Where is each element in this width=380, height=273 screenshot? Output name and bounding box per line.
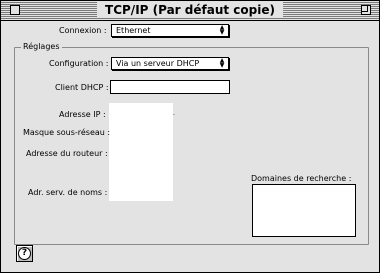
domaines-field[interactable] (252, 184, 356, 237)
connexion-label: Connexion : (59, 26, 107, 35)
connexion-value: Ethernet (116, 26, 151, 35)
domaines-label: Domaines de recherche : (251, 174, 352, 183)
up-down-arrows-icon: ▲ ▼ (219, 24, 225, 36)
question-mark-icon: ? (18, 247, 31, 260)
close-box-icon[interactable] (10, 5, 20, 15)
configuration-label: Configuration : (49, 59, 109, 68)
separator-mark: . (173, 110, 175, 117)
client-dhcp-label: Client DHCP : (55, 83, 109, 92)
zoom-box-icon[interactable] (361, 5, 371, 15)
help-button[interactable]: ? (16, 245, 33, 262)
noms-label: Adr. serv. de noms : (28, 188, 108, 197)
configuration-popup[interactable]: Via un serveur DHCP ▲ ▼ (111, 57, 229, 70)
masque-label: Masque sous-réseau : (23, 128, 111, 137)
address-values-area (109, 103, 173, 201)
tcpip-window: TCP/IP (Par défaut copie) Connexion : Et… (0, 0, 380, 273)
title-bar[interactable]: TCP/IP (Par défaut copie) (1, 1, 379, 21)
up-down-arrows-icon: ▲ ▼ (219, 57, 225, 69)
routeur-label: Adresse du routeur : (26, 149, 108, 158)
configuration-value: Via un serveur DHCP (116, 59, 200, 68)
reglages-group-label: Réglages (21, 42, 62, 51)
client-dhcp-field[interactable] (110, 80, 230, 94)
adresse-ip-label: Adresse IP : (59, 110, 106, 119)
window-title: TCP/IP (Par défaut copie) (97, 2, 283, 18)
connexion-popup[interactable]: Ethernet ▲ ▼ (111, 24, 229, 37)
